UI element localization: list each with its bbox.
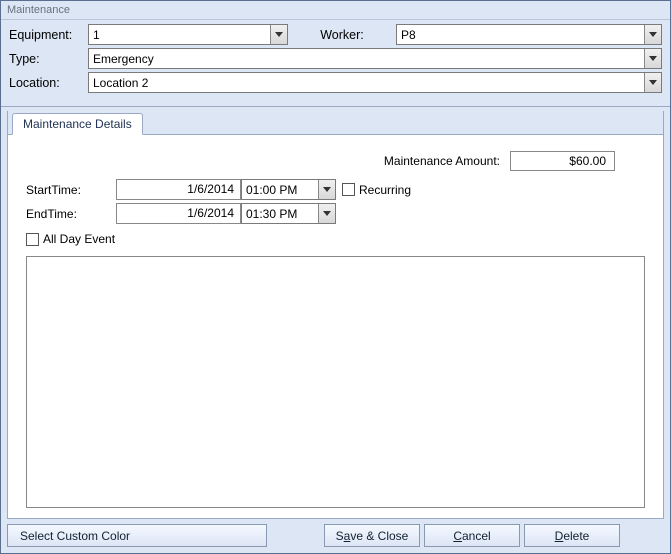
- recurring-checkbox[interactable]: [342, 183, 355, 196]
- worker-label: Worker:: [292, 28, 392, 42]
- tabstrip: Maintenance Details: [8, 111, 663, 135]
- end-time-label: EndTime:: [26, 207, 116, 221]
- all-day-checkbox[interactable]: [26, 233, 39, 246]
- chevron-down-icon[interactable]: [644, 73, 661, 92]
- save-close-button[interactable]: Save & Close: [324, 524, 420, 547]
- amount-field[interactable]: $60.00: [510, 151, 615, 171]
- window-title: Maintenance: [1, 1, 670, 20]
- start-time-dropdown[interactable]: [241, 179, 336, 200]
- location-label: Location:: [9, 76, 84, 90]
- end-time-dropdown[interactable]: [241, 203, 336, 224]
- chevron-down-icon[interactable]: [644, 49, 661, 68]
- chevron-down-icon[interactable]: [318, 204, 335, 223]
- location-input[interactable]: [89, 73, 641, 92]
- chevron-down-icon[interactable]: [270, 25, 287, 44]
- start-time-label: StartTime:: [26, 183, 116, 197]
- equipment-label: Equipment:: [9, 28, 84, 42]
- equipment-input[interactable]: [89, 25, 267, 44]
- tab-maintenance-details[interactable]: Maintenance Details: [12, 113, 143, 135]
- maintenance-window: Maintenance Equipment: Worker: Type: Loc…: [0, 0, 671, 554]
- cancel-button[interactable]: Cancel: [424, 524, 520, 547]
- type-input[interactable]: [89, 49, 641, 68]
- start-date-field[interactable]: 1/6/2014: [116, 179, 241, 200]
- end-date-field[interactable]: 1/6/2014: [116, 203, 241, 224]
- amount-label: Maintenance Amount:: [384, 154, 500, 168]
- select-custom-color-button[interactable]: Select Custom Color: [7, 524, 267, 547]
- location-dropdown[interactable]: [88, 72, 662, 93]
- tab-body: Maintenance Amount: $60.00 StartTime: 1/…: [8, 135, 663, 518]
- notes-textarea[interactable]: [26, 256, 645, 508]
- footer-toolbar: Select Custom Color Save & Close Cancel …: [1, 519, 670, 553]
- worker-dropdown[interactable]: [396, 24, 662, 45]
- content-area: Maintenance Details Maintenance Amount: …: [7, 111, 664, 519]
- equipment-dropdown[interactable]: [88, 24, 288, 45]
- header-form: Equipment: Worker: Type: Location:: [1, 20, 670, 107]
- chevron-down-icon[interactable]: [318, 180, 335, 199]
- delete-button[interactable]: Delete: [524, 524, 620, 547]
- type-label: Type:: [9, 52, 84, 66]
- end-time-input[interactable]: [242, 204, 312, 223]
- worker-input[interactable]: [397, 25, 641, 44]
- all-day-label: All Day Event: [43, 232, 115, 246]
- type-dropdown[interactable]: [88, 48, 662, 69]
- recurring-label: Recurring: [359, 183, 411, 197]
- chevron-down-icon[interactable]: [644, 25, 661, 44]
- start-time-input[interactable]: [242, 180, 312, 199]
